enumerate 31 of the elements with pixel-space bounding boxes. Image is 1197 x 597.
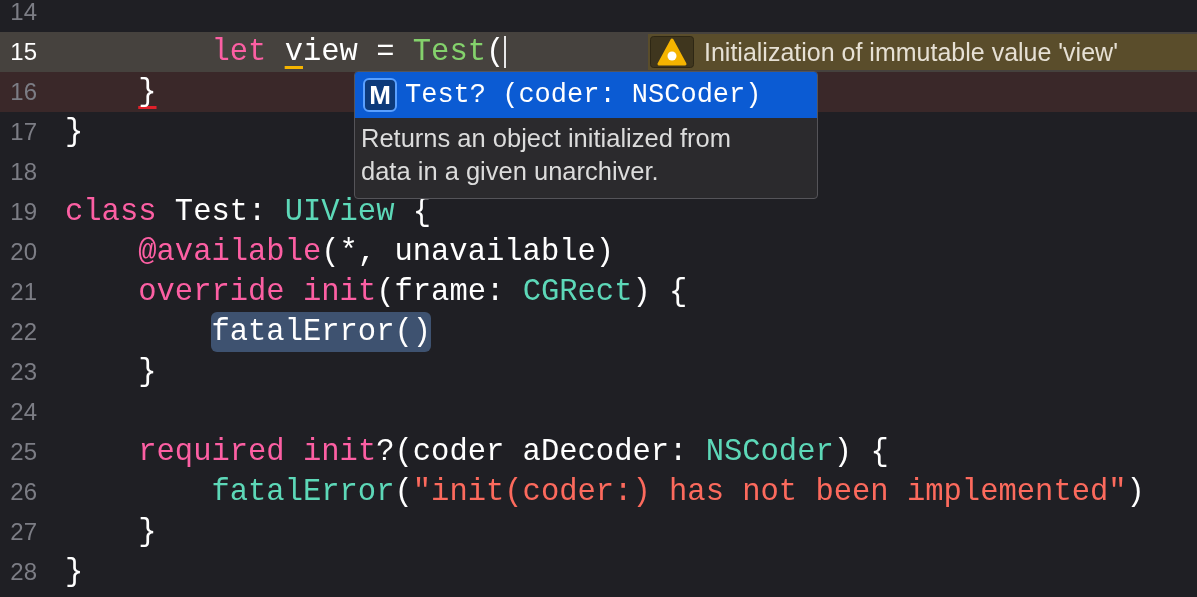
completion-description: Returns an object initialized from data in a given unarchiver.: [360, 123, 732, 187]
code-line: }: [65, 554, 84, 591]
code-line: }: [137, 354, 157, 391]
line-number: 15: [9, 38, 37, 66]
line-number: 19: [9, 198, 37, 226]
line-number: 25: [9, 438, 37, 466]
code-line: }: [65, 114, 84, 151]
code-line: override init(frame: CGRect) {: [137, 274, 688, 311]
warning-banner[interactable]: Initialization of immutable value 'view': [648, 34, 1197, 70]
line-number: 22: [9, 318, 37, 346]
code-line: required init?(coder aDecoder: NSCoder) {: [137, 434, 889, 471]
method-badge: M: [363, 78, 397, 112]
code-line: }: [137, 74, 157, 111]
code-line: fatalError("init(coder:) has not been implemented"): [210, 474, 1145, 511]
line-number: 27: [9, 518, 37, 546]
line-number: 18: [9, 158, 37, 186]
code-line: @available(*, unavailable): [137, 234, 615, 271]
code-line: }: [137, 514, 157, 551]
line-number: 24: [9, 398, 37, 426]
line-number: 26: [9, 478, 37, 506]
line-number: 17: [9, 118, 37, 146]
warning-icon: [650, 36, 694, 68]
line-number: 16: [9, 78, 37, 106]
line-number: 21: [9, 278, 37, 306]
line-number: 20: [9, 238, 37, 266]
code-line: let view = Test(: [210, 34, 507, 71]
line-number: 28: [9, 558, 37, 586]
line-number: 14: [9, 0, 37, 26]
completion-item[interactable]: M Test? (coder: NSCoder): [355, 72, 817, 118]
warning-message: Initialization of immutable value 'view': [704, 37, 1118, 67]
line-number: 23: [9, 358, 37, 386]
